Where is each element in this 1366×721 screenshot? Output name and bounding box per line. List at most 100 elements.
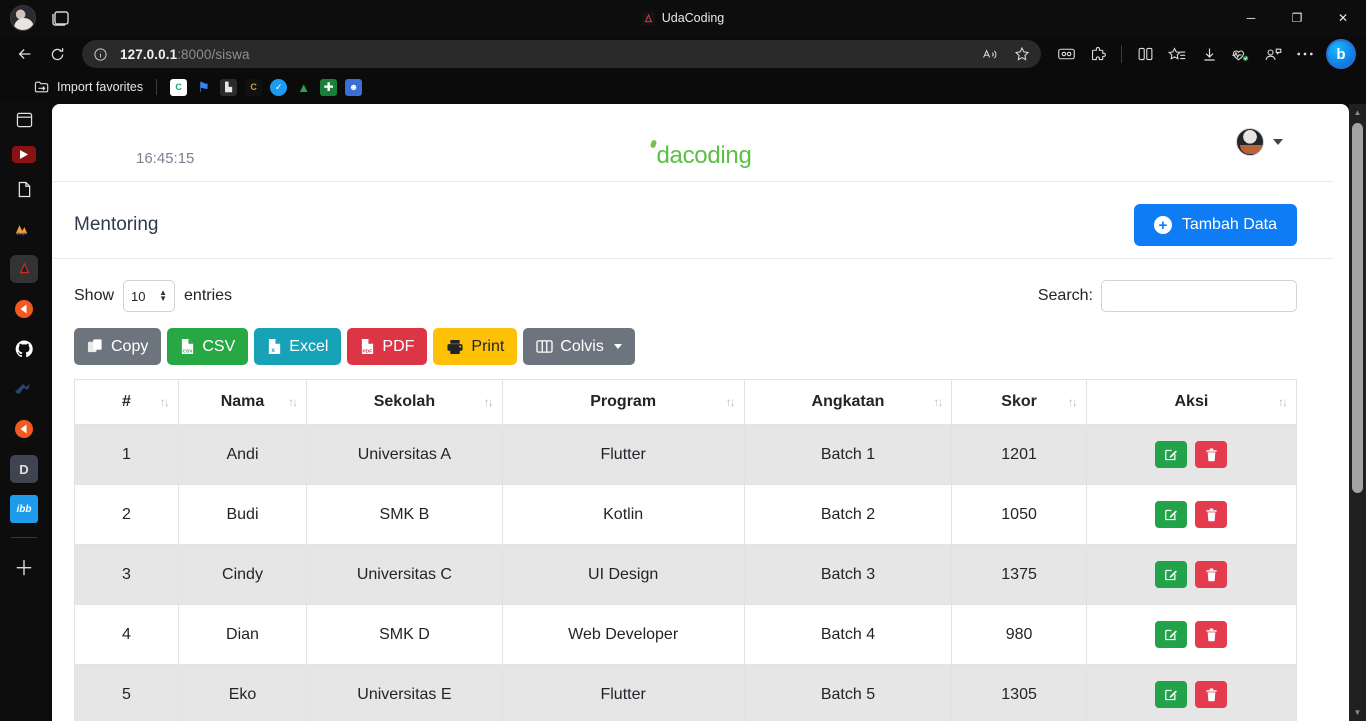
browser-essentials-icon[interactable] (1226, 40, 1256, 68)
bookmark-icon-chatgpt[interactable]: C (170, 78, 188, 96)
edit-row-button[interactable] (1155, 561, 1188, 588)
table-header: # ↑↓ Nama ↑↓ Sekolah ↑↓ Program ↑↓ Angka… (74, 379, 1298, 425)
rail-icon-blue-arrow[interactable] (10, 375, 38, 403)
favorites-icon[interactable] (1162, 40, 1192, 68)
column-header-program[interactable]: Program ↑↓ (501, 379, 745, 425)
rail-icon-php[interactable]: PHP (10, 215, 38, 243)
rail-icon-orange-app[interactable] (10, 415, 38, 443)
split-screen-icon[interactable] (1130, 40, 1160, 68)
browser-profile-avatar[interactable] (10, 5, 36, 31)
search-input[interactable] (1101, 280, 1297, 312)
page-length-select[interactable]: 10 ▲ ▼ (123, 280, 176, 312)
cell-no: 1 (74, 424, 179, 485)
extensions-icon[interactable] (1083, 40, 1113, 68)
downloads-icon[interactable] (1194, 40, 1224, 68)
rail-icon-imgbb[interactable]: ibb (10, 495, 38, 523)
svg-text:PDF: PDF (363, 348, 373, 354)
colvis-button[interactable]: Colvis (523, 328, 635, 365)
user-menu[interactable] (1236, 128, 1283, 156)
pdf-button[interactable]: PDF PDF (347, 328, 428, 365)
favorite-star-icon[interactable] (1007, 40, 1037, 68)
bookmark-icon-copyright[interactable]: C (245, 78, 263, 96)
rail-icon-tab-panel[interactable] (10, 106, 38, 134)
rail-icon-document[interactable] (10, 175, 38, 203)
sort-icon[interactable]: ↑↓ (484, 395, 494, 409)
settings-more-icon[interactable] (1290, 40, 1320, 68)
page-scrollbar[interactable]: ▲ ▼ (1349, 104, 1366, 721)
svg-text:x: x (272, 347, 276, 354)
copy-label: Copy (111, 337, 149, 355)
address-bar[interactable]: 127.0.0.1:8000/siswa (82, 40, 1041, 68)
sidebar-app-rail: PHP D ibb ＋ (0, 102, 48, 721)
udacoding-mark-icon (633, 139, 658, 168)
bing-copilot-button[interactable]: b (1326, 39, 1356, 69)
bookmark-icon-google-drive[interactable]: ▲ (295, 79, 312, 96)
copy-button[interactable]: Copy (74, 328, 162, 365)
sort-icon[interactable]: ↑↓ (1278, 395, 1288, 409)
column-header-sekolah[interactable]: Sekolah ↑↓ (306, 379, 503, 425)
site-info-icon[interactable] (88, 42, 112, 66)
rail-icon-github[interactable] (10, 335, 38, 363)
profile-icon[interactable] (1258, 40, 1288, 68)
search-control: Search: (1038, 280, 1297, 312)
url-host: 127.0.0.1 (120, 46, 178, 62)
column-label-program: Program (590, 393, 657, 410)
bookmark-icon-check[interactable]: ✓ (270, 78, 288, 96)
page-length-value: 10 (131, 288, 146, 304)
edit-row-button[interactable] (1155, 681, 1188, 708)
excel-button[interactable]: x Excel (254, 328, 342, 365)
active-tab[interactable]: UdaCoding (0, 0, 1366, 36)
edit-row-button[interactable] (1155, 441, 1188, 468)
back-button[interactable] (10, 40, 40, 68)
cell-sekolah: SMK B (306, 484, 503, 545)
rail-icon-youtube[interactable] (12, 146, 36, 163)
tab-overview-icon[interactable] (50, 8, 72, 28)
sort-icon[interactable]: ↑↓ (933, 395, 943, 409)
read-aloud-icon[interactable] (975, 40, 1005, 68)
rail-icon-laravel[interactable] (10, 255, 38, 283)
cell-program: Kotlin (501, 484, 745, 545)
collections-icon[interactable] (1051, 40, 1081, 68)
delete-row-button[interactable] (1195, 561, 1228, 588)
maximize-button[interactable]: ❐ (1274, 0, 1320, 36)
csv-button[interactable]: CSV CSV (167, 328, 249, 365)
import-favorites-button[interactable]: Import favorites (34, 80, 143, 94)
rail-icon-dribbble[interactable]: D (10, 455, 38, 483)
bookmark-icon-contacts[interactable]: ☻ (345, 78, 363, 96)
delete-row-button[interactable] (1195, 501, 1228, 528)
scroll-down-arrow-icon[interactable]: ▼ (1349, 704, 1366, 721)
close-button[interactable]: ✕ (1320, 0, 1366, 36)
column-header-no[interactable]: # ↑↓ (74, 379, 179, 425)
column-label-nama: Nama (220, 393, 265, 410)
add-data-button[interactable]: + Tambah Data (1133, 204, 1297, 246)
scroll-up-arrow-icon[interactable]: ▲ (1349, 104, 1366, 121)
laravel-icon (641, 11, 655, 25)
delete-row-button[interactable] (1195, 621, 1228, 648)
bookmark-icon-sheets[interactable]: ✚ (320, 78, 338, 96)
bookmark-icon-flag[interactable]: ⚑ (195, 79, 212, 96)
avatar[interactable] (1236, 128, 1264, 156)
refresh-button[interactable] (42, 40, 72, 68)
mentoring-table: # ↑↓ Nama ↑↓ Sekolah ↑↓ Program ↑↓ Angka… (74, 379, 1298, 721)
rail-icon-add[interactable]: ＋ (10, 552, 38, 580)
bookmarks-bar: Import favorites C ⚑ ▙ C ✓ ▲ ✚ ☻ (0, 72, 1366, 102)
minimize-button[interactable]: ─ (1228, 0, 1274, 36)
sort-icon[interactable]: ↑↓ (160, 395, 170, 409)
column-header-skor[interactable]: Skor ↑↓ (951, 379, 1087, 425)
bookmark-icon-dark-app[interactable]: ▙ (220, 78, 238, 96)
sort-icon[interactable]: ↑↓ (1068, 395, 1078, 409)
column-header-aksi[interactable]: Aksi ↑↓ (1085, 379, 1298, 425)
scrollbar-thumb[interactable] (1352, 123, 1363, 493)
edit-row-button[interactable] (1155, 501, 1188, 528)
column-header-angkatan[interactable]: Angkatan ↑↓ (743, 379, 953, 425)
sort-icon[interactable]: ↑↓ (288, 395, 298, 409)
column-header-nama[interactable]: Nama ↑↓ (177, 379, 308, 425)
edit-row-button[interactable] (1155, 621, 1188, 648)
delete-row-button[interactable] (1195, 681, 1228, 708)
delete-row-button[interactable] (1195, 441, 1228, 468)
cell-aksi (1085, 664, 1298, 721)
print-button[interactable]: Print (433, 328, 518, 365)
chevron-down-icon[interactable] (1273, 139, 1283, 145)
rail-icon-codepen-orange[interactable] (10, 295, 38, 323)
sort-icon[interactable]: ↑↓ (726, 395, 736, 409)
